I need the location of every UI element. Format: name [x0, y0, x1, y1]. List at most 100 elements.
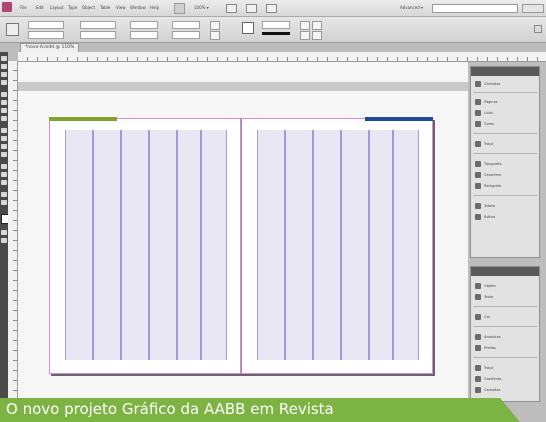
- document-tab-label: *novo-A.indd @ 110%: [25, 45, 75, 50]
- x-position-field[interactable]: [28, 21, 64, 29]
- arrange-icon[interactable]: [266, 4, 277, 13]
- panel-item-cor[interactable]: Cor: [475, 312, 490, 321]
- menu-table[interactable]: Table: [100, 5, 110, 10]
- workspace-switcher[interactable]: Advanced ▾: [400, 5, 423, 10]
- table-icon: [475, 202, 481, 209]
- screen-mode-icon[interactable]: [246, 4, 257, 13]
- right-page[interactable]: [241, 118, 433, 374]
- left-page[interactable]: [49, 118, 241, 374]
- pencil-tool-icon[interactable]: [1, 116, 7, 121]
- eyedropper-tool-icon[interactable]: [1, 180, 7, 185]
- divider: [473, 326, 537, 327]
- panel-item-links[interactable]: Links: [475, 108, 493, 117]
- menu-window[interactable]: Window: [130, 5, 146, 10]
- stroke-icon: [475, 140, 481, 147]
- pages-icon: [475, 98, 481, 105]
- align-icon[interactable]: [300, 31, 310, 40]
- height-field[interactable]: [80, 31, 116, 39]
- menu-edit[interactable]: Edit: [36, 5, 44, 10]
- links-icon: [475, 109, 481, 116]
- menu-file[interactable]: File: [20, 5, 27, 10]
- selection-tool-icon[interactable]: [1, 56, 7, 61]
- panel-dock-bottom-header[interactable]: [471, 267, 539, 276]
- panel-item-gradiente[interactable]: Gradiente: [475, 374, 501, 383]
- panel-item-paragrafo[interactable]: Parágrafo: [475, 181, 501, 190]
- menu-help[interactable]: Help: [150, 5, 159, 10]
- window-controls[interactable]: [522, 4, 544, 13]
- panel-item-efeitos[interactable]: Efeitos: [475, 343, 496, 352]
- panel-item-objeto[interactable]: Objeto: [475, 281, 496, 290]
- shear-field[interactable]: [172, 31, 200, 39]
- zoom-tool-icon[interactable]: [1, 200, 7, 205]
- panel-item-paginas[interactable]: Páginas: [475, 97, 497, 106]
- document-tab[interactable]: *novo-A.indd @ 110%: [20, 43, 80, 52]
- panel-item-amostras[interactable]: Amostras: [475, 332, 501, 341]
- free-transform-tool-icon[interactable]: [1, 152, 7, 157]
- width-field[interactable]: [80, 21, 116, 29]
- panel-item-traco-2[interactable]: Traço: [475, 363, 493, 372]
- horizontal-ruler[interactable]: [18, 52, 546, 62]
- panel-item-cores[interactable]: Cores: [475, 119, 494, 128]
- panel-dock-bottom: Objeto Texto Cor Amostras Efeitos Traço …: [470, 266, 540, 402]
- distribute-icon[interactable]: [312, 31, 322, 40]
- search-input[interactable]: [432, 4, 518, 13]
- flip-vertical-icon[interactable]: [210, 31, 220, 40]
- panel-dock-top-header[interactable]: [471, 67, 539, 76]
- zoom-level[interactable]: 100% ▾: [194, 5, 209, 10]
- panel-item-texto[interactable]: Texto: [475, 292, 493, 301]
- menu-layout[interactable]: Layout: [50, 5, 64, 10]
- top-slug-band: [18, 82, 468, 91]
- reference-point-icon[interactable]: [6, 23, 19, 36]
- gradient-tool-icon[interactable]: [1, 164, 7, 169]
- type-tool-icon[interactable]: [1, 92, 7, 97]
- stroke-weight-field[interactable]: [262, 21, 290, 29]
- divider: [473, 306, 537, 307]
- page-tool-icon[interactable]: [1, 72, 7, 77]
- flip-horizontal-icon[interactable]: [210, 21, 220, 30]
- normal-view-icon[interactable]: [1, 230, 7, 235]
- hand-tool-icon[interactable]: [1, 192, 7, 197]
- blue-section-tab: [365, 117, 433, 121]
- line-tool-icon[interactable]: [1, 100, 7, 105]
- left-column-2: [93, 130, 121, 360]
- vertical-ruler[interactable]: [8, 61, 18, 401]
- right-column-5: [369, 130, 393, 360]
- panel-item-tabela[interactable]: Tabela: [475, 201, 495, 210]
- effects-icon[interactable]: [300, 21, 310, 30]
- object-icon: [475, 282, 481, 289]
- panel-menu-icon[interactable]: [534, 25, 542, 33]
- panel-item-camadas[interactable]: Camadas: [475, 79, 500, 88]
- gap-tool-icon[interactable]: [1, 80, 7, 85]
- panel-item-camadas-2[interactable]: Camadas: [475, 385, 500, 394]
- rectangle-frame-tool-icon[interactable]: [1, 128, 7, 133]
- character-icon: [475, 171, 481, 178]
- stroke-panel-icon: [475, 364, 481, 371]
- rectangle-tool-icon[interactable]: [1, 136, 7, 141]
- stroke-style-swatch[interactable]: [262, 32, 290, 35]
- panel-item-estilos[interactable]: Estilos: [475, 212, 495, 221]
- menu-object[interactable]: Object: [82, 5, 95, 10]
- view-options-icon[interactable]: [226, 4, 237, 13]
- tools-panel: [0, 52, 9, 402]
- scissors-tool-icon[interactable]: [1, 144, 7, 149]
- scale-x-field[interactable]: [130, 21, 158, 29]
- panel-item-traco[interactable]: Traço: [475, 139, 493, 148]
- app-logo-icon: [2, 2, 12, 12]
- direct-selection-tool-icon[interactable]: [1, 64, 7, 69]
- y-position-field[interactable]: [28, 31, 64, 39]
- divider: [473, 133, 537, 134]
- bridge-icon[interactable]: [174, 3, 185, 14]
- rotate-field[interactable]: [172, 21, 200, 29]
- left-column-1: [65, 130, 93, 360]
- panel-item-tipografia[interactable]: Tipografia: [475, 159, 502, 168]
- scale-y-field[interactable]: [130, 31, 158, 39]
- panel-item-caractere[interactable]: Caractere: [475, 170, 501, 179]
- wrap-icon[interactable]: [312, 21, 322, 30]
- preview-mode-icon[interactable]: [1, 238, 7, 243]
- pen-tool-icon[interactable]: [1, 108, 7, 113]
- menu-type[interactable]: Type: [68, 5, 77, 10]
- color-icon: [475, 120, 481, 127]
- fill-swatch[interactable]: [242, 22, 254, 34]
- menu-view[interactable]: View: [116, 5, 126, 10]
- note-tool-icon[interactable]: [1, 172, 7, 177]
